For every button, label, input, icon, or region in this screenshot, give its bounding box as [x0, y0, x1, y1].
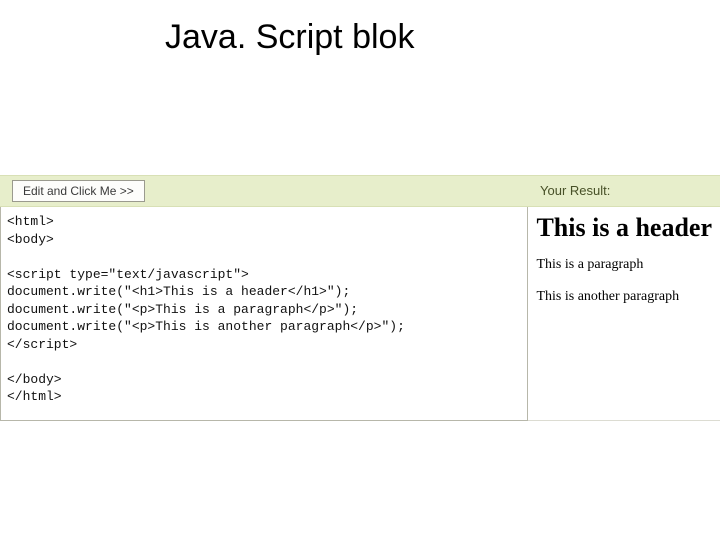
- result-paragraph-2: This is another paragraph: [536, 289, 712, 305]
- editor-header-left: Edit and Click Me >>: [0, 180, 360, 202]
- page-title: Java. Script blok: [165, 18, 720, 57]
- editor-header-right: Your Result:: [360, 182, 720, 200]
- editor-content-row: <html> <body> <script type="text/javascr…: [0, 207, 720, 421]
- editor-header-row: Edit and Click Me >> Your Result:: [0, 175, 720, 207]
- result-label: Your Result:: [540, 183, 610, 198]
- result-heading: This is a header: [536, 213, 712, 243]
- tryit-editor: Edit and Click Me >> Your Result: <html>…: [0, 175, 720, 421]
- result-paragraph-1: This is a paragraph: [536, 257, 712, 273]
- code-editor[interactable]: <html> <body> <script type="text/javascr…: [0, 207, 528, 421]
- edit-and-click-button[interactable]: Edit and Click Me >>: [12, 180, 145, 202]
- result-pane: This is a header This is a paragraph Thi…: [528, 207, 720, 421]
